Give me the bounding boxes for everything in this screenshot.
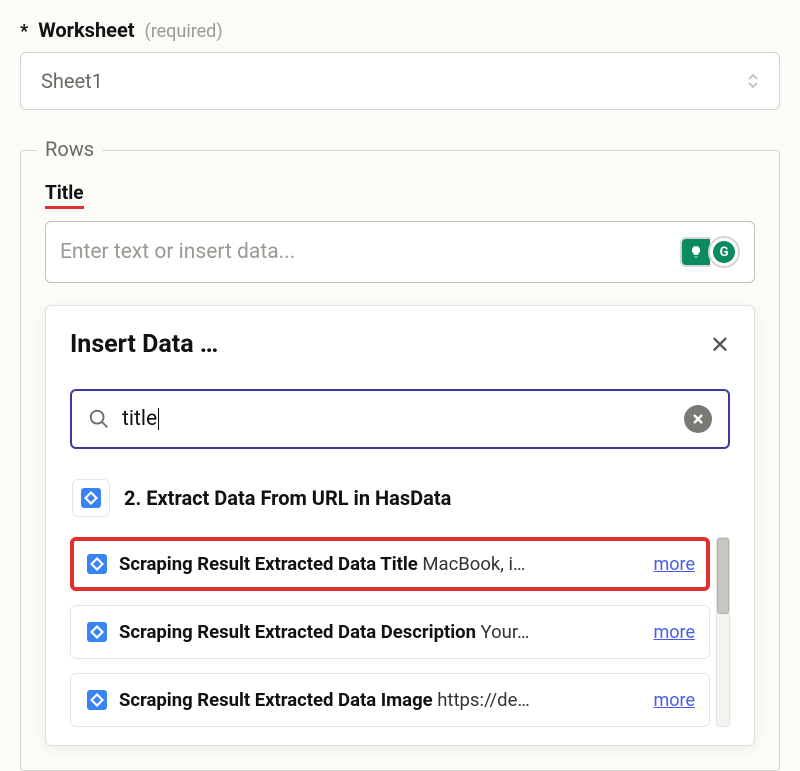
insert-data-popup: Insert Data … ✕ title 2. Extract Data Fr… — [45, 305, 755, 746]
result-text: Scraping Result Extracted Data Image htt… — [119, 689, 643, 711]
hasdata-app-icon — [72, 479, 110, 517]
data-source-step: 2. Extract Data From URL in HasData — [70, 479, 730, 517]
hasdata-icon — [85, 620, 109, 644]
result-item-description[interactable]: Scraping Result Extracted Data Descripti… — [70, 605, 710, 659]
worksheet-label-row: * Worksheet (required) — [20, 18, 780, 42]
worksheet-value: Sheet1 — [41, 69, 103, 93]
worksheet-label: Worksheet — [38, 18, 134, 42]
title-label: Title — [45, 181, 84, 209]
close-icon[interactable]: ✕ — [710, 333, 730, 357]
results-list: Scraping Result Extracted Data Title Mac… — [70, 537, 710, 727]
popup-header: Insert Data … ✕ — [70, 330, 730, 359]
scrollbar[interactable] — [716, 537, 730, 727]
step-label: 2. Extract Data From URL in HasData — [124, 486, 451, 510]
hasdata-icon — [85, 552, 109, 576]
rows-fieldset: Rows Title Enter text or insert data... … — [20, 150, 780, 771]
search-input[interactable]: title — [70, 389, 730, 449]
worksheet-required-text: (required) — [145, 21, 223, 42]
result-item-image[interactable]: Scraping Result Extracted Data Image htt… — [70, 673, 710, 727]
clear-search-button[interactable] — [684, 405, 712, 433]
popup-title: Insert Data … — [70, 330, 218, 359]
search-icon — [88, 408, 110, 430]
more-link[interactable]: more — [653, 554, 695, 575]
required-asterisk: * — [20, 21, 28, 42]
result-text: Scraping Result Extracted Data Title Mac… — [119, 553, 643, 575]
grammarly-icon[interactable]: G — [708, 236, 740, 268]
title-placeholder: Enter text or insert data... — [60, 240, 295, 264]
result-item-title[interactable]: Scraping Result Extracted Data Title Mac… — [70, 537, 710, 591]
form-container: * Worksheet (required) Sheet1 Rows Title… — [0, 0, 800, 771]
worksheet-dropdown[interactable]: Sheet1 — [20, 52, 780, 110]
chevron-up-down-icon — [747, 73, 759, 89]
search-value: title — [122, 407, 159, 431]
title-field-wrapper: Title Enter text or insert data... G — [45, 181, 755, 283]
more-link[interactable]: more — [653, 690, 695, 711]
hasdata-icon — [85, 688, 109, 712]
more-link[interactable]: more — [653, 622, 695, 643]
scrollbar-thumb[interactable] — [717, 538, 729, 614]
results-wrapper: Scraping Result Extracted Data Title Mac… — [70, 537, 730, 727]
title-input[interactable]: Enter text or insert data... G — [45, 221, 755, 283]
result-text: Scraping Result Extracted Data Descripti… — [119, 621, 643, 643]
input-icons: G — [680, 236, 740, 268]
lightbulb-icon[interactable] — [680, 237, 710, 267]
rows-legend: Rows — [37, 137, 102, 161]
